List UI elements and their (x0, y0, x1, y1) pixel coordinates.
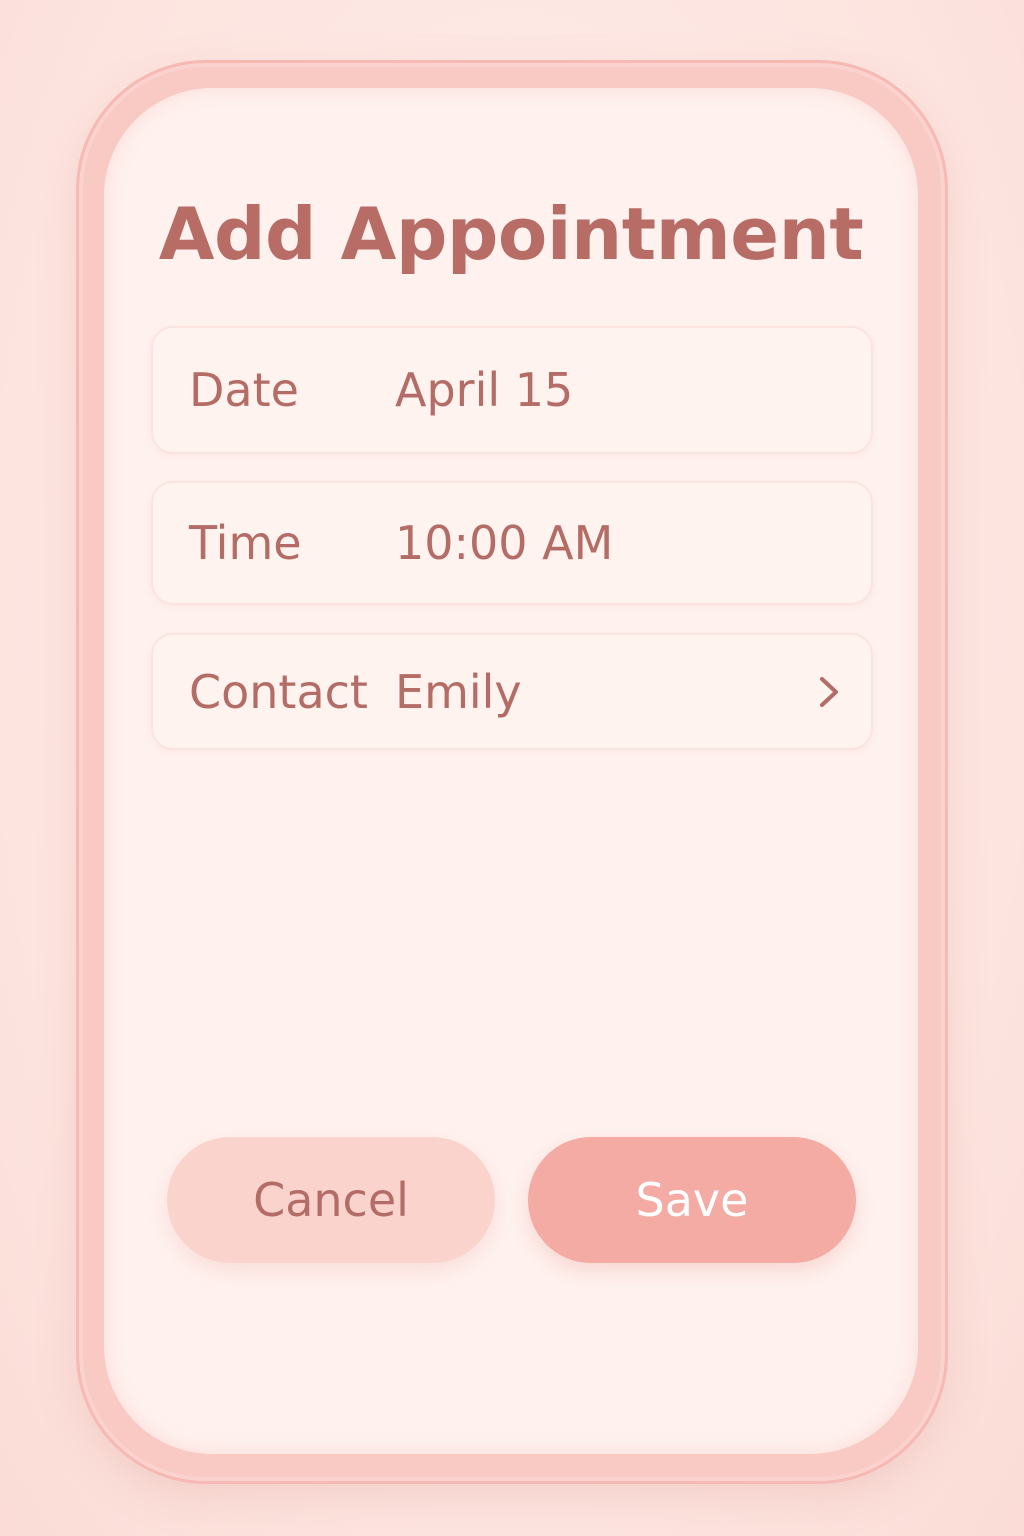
time-field[interactable]: Time 10:00 AM (151, 481, 873, 605)
date-value: April 15 (395, 363, 574, 417)
chevron-right-icon (820, 676, 838, 707)
contact-value: Emily (395, 664, 522, 719)
page-background: Add Appointment Date April 15 Time 10:00… (0, 0, 1024, 1536)
appointment-dialog: Add Appointment Date April 15 Time 10:00… (104, 88, 918, 1454)
page-title: Add Appointment (158, 192, 864, 276)
time-label: Time (189, 516, 302, 570)
save-button[interactable]: Save (528, 1137, 856, 1263)
cancel-button[interactable]: Cancel (167, 1137, 495, 1263)
date-label: Date (189, 363, 299, 417)
contact-label: Contact (189, 664, 368, 719)
contact-field[interactable]: Contact Emily (151, 633, 873, 750)
time-value: 10:00 AM (395, 516, 614, 570)
date-field[interactable]: Date April 15 (151, 326, 873, 454)
